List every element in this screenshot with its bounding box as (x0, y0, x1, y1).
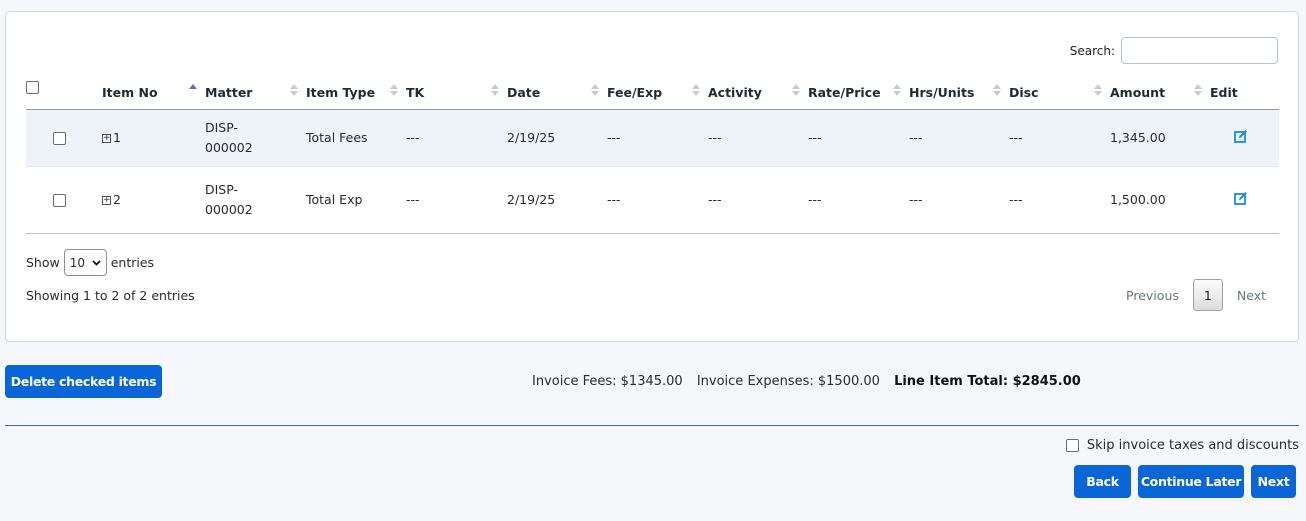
sort-icon (792, 84, 800, 98)
next-page-button[interactable]: Next (1237, 288, 1266, 303)
search-box: Search: (1070, 37, 1278, 64)
entries-select[interactable]: 10 (63, 249, 107, 276)
line-item-total: Line Item Total: $2845.00 (894, 374, 1081, 389)
sort-icon (390, 84, 398, 98)
sort-asc-icon (189, 84, 197, 98)
next-button[interactable]: Next (1251, 465, 1296, 498)
sort-icon (692, 84, 700, 98)
line-items-table: Item No Matter Item Type TK Date Fee/Exp… (26, 68, 1279, 234)
expand-icon[interactable]: + (102, 134, 111, 143)
row-checkbox[interactable] (53, 194, 66, 207)
date-cell: 2/19/25 (507, 109, 607, 167)
sort-icon (591, 84, 599, 98)
previous-page-button[interactable]: Previous (1126, 288, 1179, 303)
disc-cell: --- (1009, 166, 1110, 234)
pagination: Previous 1 Next (1126, 279, 1266, 311)
col-header-date[interactable]: Date (507, 68, 607, 110)
col-header-matter[interactable]: Matter (205, 68, 306, 110)
skip-taxes-option: Skip invoice taxes and discounts (1065, 438, 1299, 453)
amount-cell: 1,500.00 (1110, 166, 1210, 234)
matter-cell: DISP- 000002 (205, 109, 306, 167)
table-info: Showing 1 to 2 of 2 entries (26, 288, 195, 303)
amount-cell: 1,345.00 (1110, 109, 1210, 167)
show-entries: Show 10 entries (26, 249, 195, 276)
col-header-rate-price[interactable]: Rate/Price (808, 68, 909, 110)
invoice-fees: Invoice Fees: $1345.00 (532, 374, 683, 389)
table-length-info: Show 10 entries Showing 1 to 2 of 2 entr… (26, 249, 195, 303)
select-all-checkbox[interactable] (26, 80, 39, 94)
sort-icon (893, 84, 901, 98)
col-header-activity[interactable]: Activity (708, 68, 808, 110)
expand-icon[interactable]: + (102, 196, 111, 205)
col-header-disc[interactable]: Disc (1009, 68, 1110, 110)
invoice-totals: Invoice Fees: $1345.00 Invoice Expenses:… (532, 374, 1081, 389)
col-header-tk[interactable]: TK (406, 68, 507, 110)
delete-checked-button[interactable]: Delete checked items (5, 365, 162, 398)
sort-icon (1094, 84, 1102, 98)
skip-taxes-label: Skip invoice taxes and discounts (1086, 438, 1299, 453)
edit-icon[interactable] (1234, 129, 1248, 143)
date-cell: 2/19/25 (507, 166, 607, 234)
activity-cell: --- (708, 109, 808, 167)
col-header-amount[interactable]: Amount (1110, 68, 1210, 110)
item-no-cell: +2 (102, 166, 205, 234)
item-no-cell: +1 (102, 109, 205, 167)
sort-icon (290, 84, 298, 98)
fee-exp-cell: --- (607, 109, 708, 167)
sort-icon (491, 84, 499, 98)
table-row: +2 DISP- 000002 Total Exp --- 2/19/25 ---… (26, 166, 1279, 234)
table-header-row: Item No Matter Item Type TK Date Fee/Exp… (26, 68, 1279, 110)
tk-cell: --- (406, 166, 507, 234)
chevron-down-icon (92, 259, 101, 266)
sort-icon (1194, 84, 1202, 98)
hrs-cell: --- (909, 166, 1009, 234)
line-items-panel: Search: Item No Matter Item Type TK Date… (5, 11, 1299, 342)
search-label: Search: (1069, 43, 1115, 58)
tk-cell: --- (406, 109, 507, 167)
select-all-header (26, 68, 102, 110)
continue-later-button[interactable]: Continue Later (1138, 465, 1244, 498)
row-checkbox[interactable] (53, 132, 66, 145)
col-header-edit: Edit (1210, 68, 1279, 110)
edit-cell (1210, 166, 1279, 234)
rate-cell: --- (808, 166, 909, 234)
rate-cell: --- (808, 109, 909, 167)
page-1-button[interactable]: 1 (1192, 279, 1223, 311)
edit-cell (1210, 109, 1279, 167)
invoice-expenses: Invoice Expenses: $1500.00 (696, 374, 880, 389)
skip-taxes-checkbox[interactable] (1065, 439, 1079, 452)
row-select-cell (26, 166, 102, 234)
item-type-cell: Total Fees (306, 109, 406, 167)
item-type-cell: Total Exp (306, 166, 406, 234)
matter-cell: DISP- 000002 (205, 166, 306, 234)
sort-icon (993, 84, 1001, 98)
activity-cell: --- (708, 166, 808, 234)
row-select-cell (26, 109, 102, 167)
col-header-fee-exp[interactable]: Fee/Exp (607, 68, 708, 110)
disc-cell: --- (1009, 109, 1110, 167)
hrs-cell: --- (909, 109, 1009, 167)
divider (5, 425, 1299, 426)
col-header-item-type[interactable]: Item Type (306, 68, 406, 110)
table-row: +1 DISP- 000002 Total Fees --- 2/19/25 --… (26, 109, 1279, 167)
edit-icon[interactable] (1234, 191, 1248, 205)
col-header-hrs-units[interactable]: Hrs/Units (909, 68, 1009, 110)
col-header-item-no[interactable]: Item No (102, 68, 205, 110)
search-input[interactable] (1121, 37, 1278, 64)
fee-exp-cell: --- (607, 166, 708, 234)
back-button[interactable]: Back (1074, 465, 1131, 498)
